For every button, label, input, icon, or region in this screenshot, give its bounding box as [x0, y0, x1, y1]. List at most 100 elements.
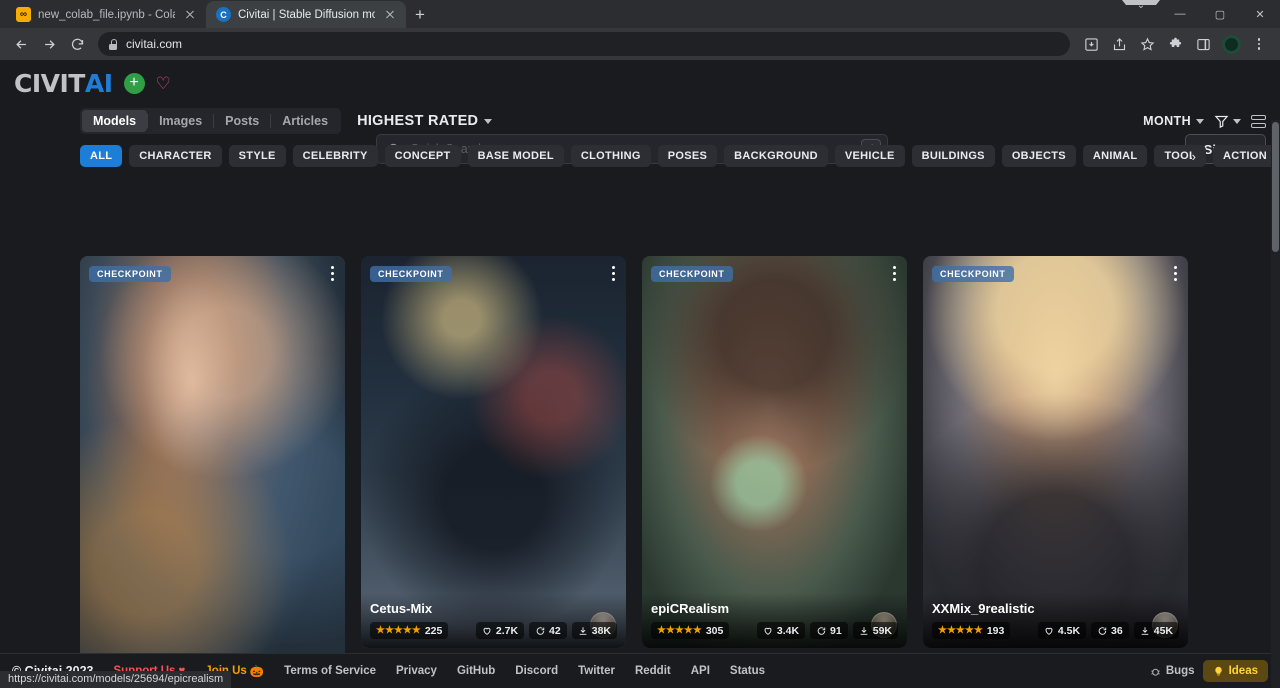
- logo-accent-text: AI: [85, 69, 113, 98]
- model-card[interactable]: CHECKPOINT Cetus-Mix ★★★★★ 225: [361, 256, 626, 648]
- likes-count: 4.5K: [1058, 625, 1080, 637]
- site-logo[interactable]: CIVITAI + ♡: [14, 69, 171, 98]
- chip-concept[interactable]: CONCEPT: [385, 145, 461, 167]
- browser-tab-civitai[interactable]: C Civitai | Stable Diffusion models,: [206, 1, 406, 28]
- chip-tool[interactable]: TOOL: [1154, 145, 1206, 167]
- footer-link-discord[interactable]: Discord: [515, 665, 558, 677]
- url-text: civitai.com: [126, 37, 182, 51]
- address-bar[interactable]: civitai.com: [98, 32, 1070, 56]
- sort-dropdown[interactable]: HIGHEST RATED: [357, 113, 492, 129]
- view-controls: MONTH: [1143, 114, 1266, 129]
- footer-link-privacy[interactable]: Privacy: [396, 665, 437, 677]
- comments-count: 36: [1111, 625, 1123, 637]
- model-thumbnail: CHECKPOINT: [80, 256, 345, 688]
- tab-strip: ∞ new_colab_file.ipynb - Colaborat C Civ…: [0, 0, 1280, 28]
- likes-pill: 3.4K: [757, 622, 805, 639]
- share-icon[interactable]: [1106, 31, 1132, 57]
- ideas-button[interactable]: Ideas: [1203, 660, 1268, 682]
- extensions-icon[interactable]: [1162, 31, 1188, 57]
- tab-title: new_colab_file.ipynb - Colaborat: [38, 9, 175, 21]
- download-icon: [1140, 626, 1150, 636]
- chevron-down-icon: [484, 119, 492, 124]
- profile-avatar[interactable]: [1218, 31, 1244, 57]
- footer-link-terms[interactable]: Terms of Service: [284, 665, 376, 677]
- likes-pill: 2.7K: [476, 622, 524, 639]
- chip-vehicle[interactable]: VEHICLE: [835, 145, 905, 167]
- downloads-count: 59K: [873, 625, 892, 637]
- chip-celebrity[interactable]: CELEBRITY: [293, 145, 378, 167]
- heart-icon[interactable]: ♡: [156, 75, 171, 92]
- maximize-icon[interactable]: ▢: [1200, 0, 1240, 28]
- chip-action[interactable]: ACTION: [1213, 145, 1277, 167]
- logo-primary-text: CIVIT: [14, 69, 85, 98]
- tab-models[interactable]: Models: [82, 110, 147, 132]
- side-panel-icon[interactable]: [1190, 31, 1216, 57]
- chip-animal[interactable]: ANIMAL: [1083, 145, 1148, 167]
- bugs-button[interactable]: Bugs: [1150, 665, 1195, 677]
- new-tab-button[interactable]: +: [406, 1, 434, 28]
- more-vertical-icon[interactable]: [331, 266, 334, 281]
- tab-articles[interactable]: Articles: [271, 110, 339, 132]
- reload-icon[interactable]: [64, 31, 90, 57]
- more-vertical-icon[interactable]: [1174, 266, 1177, 281]
- bookmark-star-icon[interactable]: [1134, 31, 1160, 57]
- more-vertical-icon[interactable]: [612, 266, 615, 281]
- layout-toggle-icon[interactable]: [1251, 115, 1266, 128]
- install-app-icon[interactable]: [1078, 31, 1104, 57]
- site-header: CIVITAI + ♡: [0, 60, 1280, 106]
- tab-posts[interactable]: Posts: [214, 110, 270, 132]
- model-thumbnail: CHECKPOINT: [642, 256, 907, 648]
- tab-title: Civitai | Stable Diffusion models,: [238, 9, 375, 21]
- create-plus-icon[interactable]: +: [124, 73, 145, 94]
- browser-tab-colab[interactable]: ∞ new_colab_file.ipynb - Colaborat: [6, 1, 206, 28]
- period-dropdown[interactable]: MONTH: [1143, 114, 1204, 128]
- likes-count: 2.7K: [496, 625, 518, 637]
- badge-checkpoint: CHECKPOINT: [370, 266, 452, 282]
- tab-images[interactable]: Images: [148, 110, 213, 132]
- browser-menu-icon[interactable]: [1246, 31, 1272, 57]
- footer-link-api[interactable]: API: [691, 665, 710, 677]
- scrollbar-thumb[interactable]: [1272, 122, 1279, 252]
- chip-buildings[interactable]: BUILDINGS: [912, 145, 995, 167]
- chip-character[interactable]: CHARACTER: [129, 145, 221, 167]
- comments-pill: 91: [810, 622, 848, 639]
- window-controls: ⌄ — ▢ ✕: [1122, 0, 1280, 28]
- badge-checkpoint: CHECKPOINT: [932, 266, 1014, 282]
- category-chips: ALL CHARACTER STYLE CELEBRITY CONCEPT BA…: [0, 145, 1280, 167]
- chip-poses[interactable]: POSES: [658, 145, 717, 167]
- download-icon: [578, 626, 588, 636]
- chip-objects[interactable]: OBJECTS: [1002, 145, 1076, 167]
- close-window-icon[interactable]: ✕: [1240, 0, 1280, 28]
- chevron-right-icon[interactable]: ›: [1192, 145, 1198, 167]
- model-thumbnail: CHECKPOINT: [361, 256, 626, 648]
- sort-label: HIGHEST RATED: [357, 113, 478, 129]
- more-vertical-icon[interactable]: [893, 266, 896, 281]
- downloads-count: 45K: [1154, 625, 1173, 637]
- sub-navigation: Models Images Posts Articles HIGHEST RAT…: [0, 106, 1280, 136]
- chip-style[interactable]: STYLE: [229, 145, 286, 167]
- model-card[interactable]: CHECKPOINT DreamShaper: [80, 256, 345, 688]
- tab-search-chevron-icon[interactable]: ⌄: [1122, 0, 1160, 5]
- footer-link-status[interactable]: Status: [730, 665, 765, 677]
- close-icon[interactable]: [182, 7, 198, 23]
- chip-clothing[interactable]: CLOTHING: [571, 145, 651, 167]
- model-card[interactable]: CHECKPOINT XXMix_9realistic ★★★★★ 193: [923, 256, 1188, 648]
- footer-link-github[interactable]: GitHub: [457, 665, 495, 677]
- minimize-icon[interactable]: —: [1160, 0, 1200, 28]
- chevron-down-icon: [1233, 119, 1241, 124]
- star-rating-icon: ★★★★★: [938, 625, 983, 636]
- footer-link-twitter[interactable]: Twitter: [578, 665, 615, 677]
- model-title: Cetus-Mix: [370, 601, 617, 616]
- close-icon[interactable]: [382, 7, 398, 23]
- back-icon[interactable]: [8, 31, 34, 57]
- footer-link-reddit[interactable]: Reddit: [635, 665, 671, 677]
- filter-button[interactable]: [1214, 114, 1241, 129]
- chip-background[interactable]: BACKGROUND: [724, 145, 828, 167]
- forward-icon[interactable]: [36, 31, 62, 57]
- chip-base-model[interactable]: BASE MODEL: [468, 145, 564, 167]
- model-card[interactable]: CHECKPOINT epiCRealism ★★★★★ 305: [642, 256, 907, 648]
- model-stats: ★★★★★ 225 2.7K 42: [370, 622, 617, 639]
- page-scrollbar[interactable]: [1271, 120, 1280, 688]
- chip-all[interactable]: ALL: [80, 145, 122, 167]
- rating-count: 193: [987, 625, 1005, 637]
